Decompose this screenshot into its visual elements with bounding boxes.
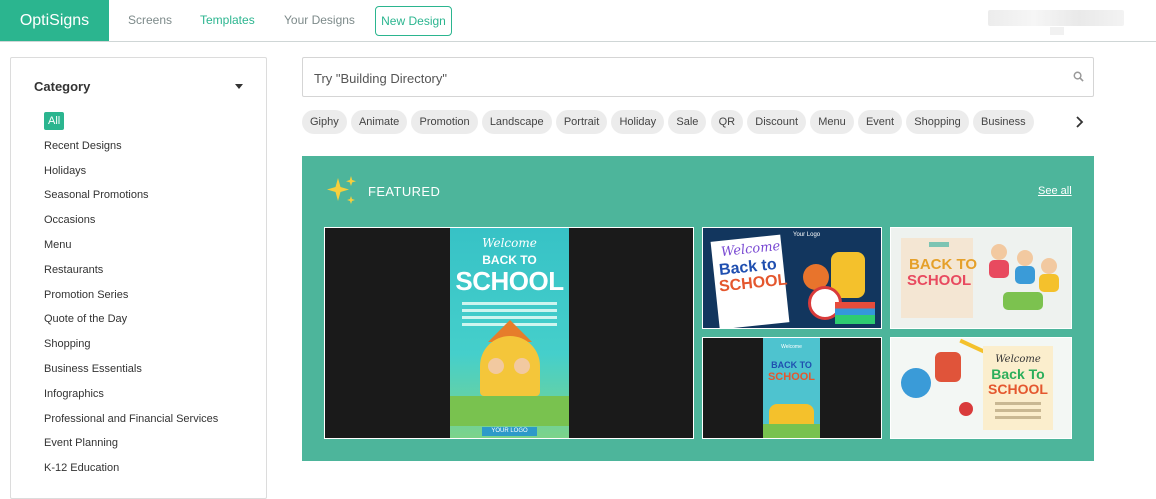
- note-line: [995, 416, 1041, 419]
- logo-placeholder: [929, 242, 949, 247]
- nav-screens[interactable]: Screens: [128, 13, 172, 27]
- kid-illustration: [991, 244, 1007, 260]
- chip-sale[interactable]: Sale: [668, 110, 707, 134]
- poster-artwork: Welcome BACK TO SCHOOL: [763, 338, 820, 438]
- category-item[interactable]: Business Essentials: [44, 357, 218, 382]
- chip-holiday[interactable]: Holiday: [611, 110, 665, 134]
- app-logo[interactable]: OptiSigns: [0, 0, 109, 41]
- backpack-illustration: [935, 352, 961, 382]
- poster-logo-placeholder: YOUR LOGO: [482, 427, 537, 436]
- caret-down-icon[interactable]: [235, 84, 243, 89]
- nav-templates[interactable]: Templates: [200, 13, 255, 27]
- user-account-caret: [1050, 27, 1064, 35]
- thumb-school-text: SCHOOL: [988, 381, 1048, 397]
- poster-artwork: Welcome BACK TO SCHOOL YOUR LOGO: [450, 228, 569, 438]
- kid-shirt: [989, 260, 1009, 278]
- category-list: All Recent Designs Holidays Seasonal Pro…: [44, 109, 218, 481]
- category-item[interactable]: Infographics: [44, 382, 218, 407]
- category-item[interactable]: Promotion Series: [44, 283, 218, 308]
- category-item[interactable]: Quote of the Day: [44, 307, 218, 332]
- poster-back-to-text: BACK TO: [482, 253, 537, 267]
- category-item[interactable]: Professional and Financial Services: [44, 407, 218, 432]
- chip-business[interactable]: Business: [972, 110, 1034, 134]
- category-item[interactable]: Seasonal Promotions: [44, 183, 218, 208]
- grass-illustration: [763, 424, 820, 438]
- thumb-back-to-text: Back To: [991, 366, 1045, 382]
- see-all-link[interactable]: See all: [1038, 185, 1072, 197]
- kid-illustration: [1041, 258, 1057, 274]
- chip-giphy[interactable]: Giphy: [302, 110, 347, 134]
- category-item[interactable]: Occasions: [44, 208, 218, 233]
- chip-event[interactable]: Event: [857, 110, 903, 134]
- nav-your-designs[interactable]: Your Designs: [284, 13, 355, 27]
- books-illustration: [835, 302, 875, 324]
- category-item[interactable]: Shopping: [44, 332, 218, 357]
- thumb-school-text: SCHOOL: [767, 371, 816, 383]
- kid-illustration: [514, 358, 530, 374]
- note-line: [995, 402, 1041, 405]
- thumb-back-to-text: BACK TO: [909, 256, 978, 273]
- thumb-welcome-text: Welcome: [995, 354, 1041, 365]
- chevron-right-icon[interactable]: [1074, 116, 1084, 128]
- sparkle-icon: [327, 176, 356, 204]
- category-item[interactable]: Holidays: [44, 159, 218, 184]
- chip-menu[interactable]: Menu: [810, 110, 854, 134]
- category-item[interactable]: Menu: [44, 233, 218, 258]
- new-design-button[interactable]: New Design: [375, 6, 452, 36]
- featured-section: FEATURED See all Welcome BACK TO SCHOOL …: [302, 156, 1094, 461]
- category-item[interactable]: Recent Designs: [44, 134, 218, 159]
- sticky-note: Welcome Back To SCHOOL: [983, 346, 1053, 430]
- category-item[interactable]: K-12 Education: [44, 456, 218, 481]
- template-thumbnail-back-to-school-vertical[interactable]: Welcome BACK TO SCHOOL: [702, 337, 882, 439]
- top-navbar: OptiSigns Screens Templates Your Designs…: [0, 0, 1156, 42]
- globe-illustration: [901, 368, 931, 398]
- thumb-welcome-text: Welcome: [781, 344, 802, 350]
- category-heading[interactable]: Category: [34, 79, 90, 94]
- featured-heading: FEATURED: [368, 184, 441, 199]
- kid-illustration: [1017, 250, 1033, 266]
- template-thumbnail-back-to-school-supplies[interactable]: Welcome Back To SCHOOL: [890, 337, 1072, 439]
- template-thumbnail-back-to-school-kids[interactable]: BACK TO SCHOOL: [890, 227, 1072, 329]
- chip-landscape[interactable]: Landscape: [481, 110, 552, 134]
- category-item[interactable]: Restaurants: [44, 258, 218, 283]
- chip-promotion[interactable]: Promotion: [411, 110, 478, 134]
- pencil-illustration: [959, 338, 985, 354]
- kid-shirt: [1039, 274, 1059, 292]
- tag-chip-row: Giphy Animate Promotion Landscape Portrait Ho…: [302, 110, 1067, 134]
- kid-illustration: [488, 358, 504, 374]
- search-icon[interactable]: [1073, 71, 1084, 82]
- template-thumbnail-back-to-school-notebook[interactable]: Welcome Back to SCHOOL Your Logo: [702, 227, 882, 329]
- chip-shopping[interactable]: Shopping: [906, 110, 969, 134]
- chip-qr[interactable]: QR: [710, 110, 744, 134]
- chip-discount[interactable]: Discount: [747, 110, 807, 134]
- thumb-logo-text: Your Logo: [793, 232, 821, 238]
- user-account-menu[interactable]: [988, 10, 1124, 26]
- kid-shirt: [1015, 266, 1035, 284]
- poster-welcome-text: Welcome: [482, 236, 537, 250]
- category-item-all[interactable]: All: [44, 109, 218, 134]
- note-line: [995, 409, 1041, 412]
- category-sidebar: Category All Recent Designs Holidays Sea…: [10, 57, 267, 499]
- template-search-bar: [302, 57, 1094, 97]
- thumb-back-to-text: BACK TO: [771, 360, 812, 370]
- thumb-school-text: SCHOOL: [907, 272, 972, 289]
- apple-illustration: [959, 402, 973, 416]
- kids-illustration: [769, 404, 814, 424]
- search-input[interactable]: [312, 67, 1056, 89]
- chip-animate[interactable]: Animate: [350, 110, 408, 134]
- grass-illustration: [450, 396, 569, 426]
- chip-portrait[interactable]: Portrait: [555, 110, 608, 134]
- category-item[interactable]: Event Planning: [44, 431, 218, 456]
- poster-school-text: SCHOOL: [455, 266, 564, 296]
- books-illustration: [1003, 292, 1043, 310]
- template-thumbnail-back-to-school-portrait[interactable]: Welcome BACK TO SCHOOL YOUR LOGO: [324, 227, 694, 439]
